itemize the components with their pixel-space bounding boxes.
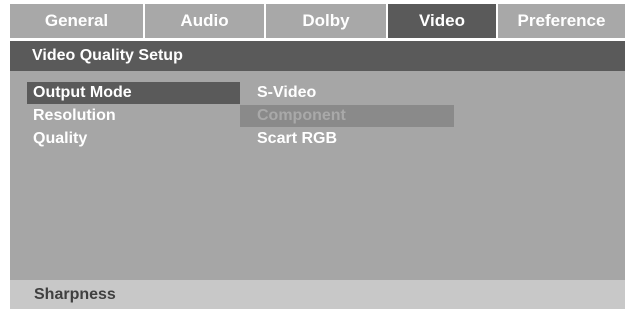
menu-item-quality[interactable]: Quality: [33, 128, 87, 150]
tab-audio[interactable]: Audio: [145, 4, 266, 38]
section-title: Video Quality Setup: [32, 47, 183, 64]
footer-hint: Sharpness: [34, 285, 116, 303]
tab-preference[interactable]: Preference: [498, 4, 625, 38]
tab-dolby[interactable]: Dolby: [266, 4, 388, 38]
setup-menu-window: General Audio Dolby Video Preference Vid…: [10, 4, 625, 309]
option-s-video[interactable]: S-Video: [257, 82, 316, 104]
menu-item-resolution[interactable]: Resolution: [33, 105, 116, 127]
section-header: Video Quality Setup: [10, 41, 625, 71]
option-scart-rgb[interactable]: Scart RGB: [257, 128, 337, 150]
menu-item-output-mode[interactable]: Output Mode: [27, 82, 240, 104]
tab-video[interactable]: Video: [388, 4, 498, 38]
tab-bar: General Audio Dolby Video Preference: [10, 4, 625, 38]
footer-hint-bar: Sharpness: [10, 280, 625, 309]
option-component[interactable]: Component: [240, 105, 454, 127]
tab-general[interactable]: General: [10, 4, 145, 38]
